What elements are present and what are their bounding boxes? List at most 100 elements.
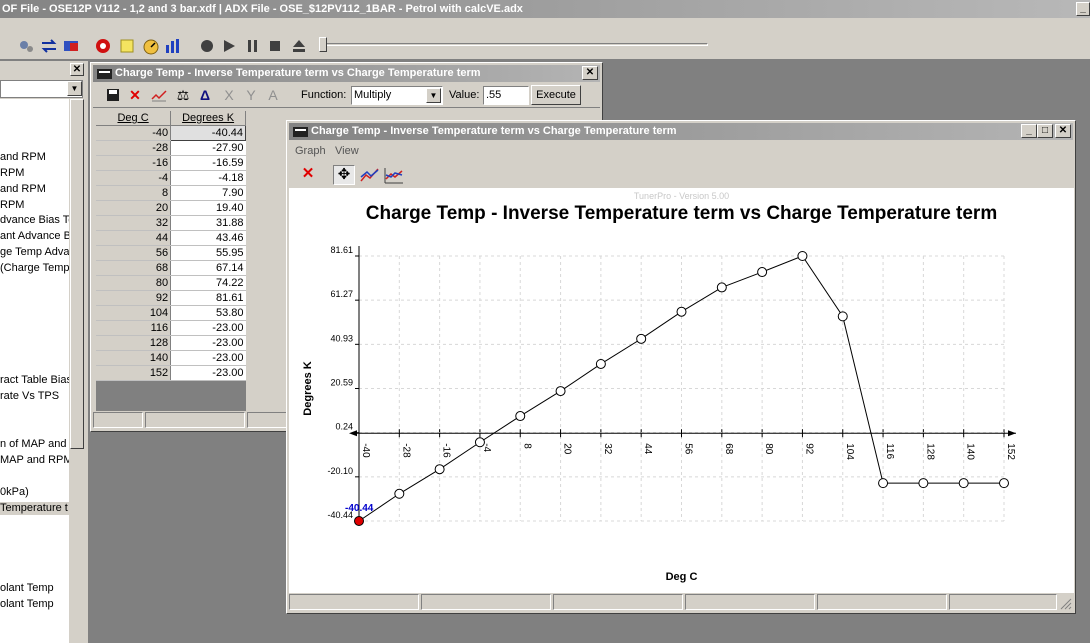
value-cell[interactable]: -40.44: [170, 124, 246, 141]
table-row[interactable]: -16 -16.59: [96, 155, 246, 171]
value-cell[interactable]: 55.95: [170, 245, 246, 261]
row-header-cell[interactable]: -40: [96, 125, 172, 141]
tree-item[interactable]: MAP and RPM: [0, 454, 69, 467]
tree-item[interactable]: Temperature t: [0, 502, 69, 515]
value-cell[interactable]: 31.88: [170, 215, 246, 231]
data-point[interactable]: [918, 478, 929, 489]
row-header-cell[interactable]: 140: [96, 350, 172, 366]
line-graph-icon[interactable]: [151, 87, 167, 103]
table-window-close-button[interactable]: ✕: [582, 66, 598, 80]
bar-chart-icon[interactable]: [164, 37, 182, 55]
stop-icon[interactable]: [266, 37, 284, 55]
x-axis-icon[interactable]: X: [221, 87, 237, 103]
left-filter-combo[interactable]: ▼: [0, 80, 83, 98]
table-row[interactable]: 92 81.61: [96, 290, 246, 306]
table-row[interactable]: -40 -40.44: [96, 124, 246, 141]
left-panel-close-button[interactable]: ✕: [70, 63, 84, 76]
execute-button[interactable]: Execute: [531, 85, 581, 105]
data-point[interactable]: [394, 488, 405, 499]
tree-item[interactable]: RPM: [0, 199, 24, 212]
table-row[interactable]: 56 55.95: [96, 245, 246, 261]
row-header-cell[interactable]: 80: [96, 275, 172, 291]
notes-icon[interactable]: [118, 37, 136, 55]
eject-icon[interactable]: [290, 37, 308, 55]
gauge-icon[interactable]: [142, 37, 160, 55]
table-row[interactable]: 32 31.88: [96, 215, 246, 231]
line-trace-icon[interactable]: [359, 165, 381, 185]
data-point[interactable]: [474, 437, 485, 448]
tree-item[interactable]: ant Advance B: [0, 230, 69, 243]
value-cell[interactable]: 43.46: [170, 230, 246, 246]
y-axis-icon[interactable]: Y: [243, 87, 259, 103]
value-cell[interactable]: -27.90: [170, 140, 246, 156]
row-header-cell[interactable]: -28: [96, 140, 172, 156]
tree-item[interactable]: and RPM: [0, 151, 46, 164]
row-header-cell[interactable]: 116: [96, 320, 172, 336]
move-cursor-icon[interactable]: ✥: [333, 165, 355, 185]
tree-item[interactable]: ract Table Bias): [0, 374, 69, 387]
playback-slider-track[interactable]: [322, 43, 708, 46]
value-cell[interactable]: 7.90: [170, 185, 246, 201]
column-header-degrees-k[interactable]: Degrees K: [170, 111, 246, 126]
record-icon[interactable]: [94, 37, 112, 55]
pause-icon[interactable]: [244, 37, 262, 55]
data-point[interactable]: [757, 267, 768, 278]
value-cell[interactable]: -23.00: [170, 335, 246, 351]
tree-item[interactable]: 0kPa): [0, 486, 29, 499]
column-header-deg-c[interactable]: Deg C: [96, 111, 172, 126]
graph-window-close-button[interactable]: ✕: [1055, 124, 1071, 138]
close-graph-icon[interactable]: ✕: [297, 165, 319, 185]
minimize-button[interactable]: _: [1021, 124, 1037, 138]
tree-item[interactable]: olant Temp: [0, 582, 54, 595]
swap-arrows-icon[interactable]: [40, 37, 58, 55]
app-close-button[interactable]: _: [1076, 2, 1090, 16]
text-icon[interactable]: A: [265, 87, 281, 103]
data-point[interactable]: [999, 478, 1009, 489]
value-cell[interactable]: 67.14: [170, 260, 246, 276]
tree-scrollbar-thumb[interactable]: [70, 99, 84, 449]
resize-grip-icon[interactable]: [1059, 597, 1072, 610]
value-cell[interactable]: -23.00: [170, 365, 246, 381]
menu-view[interactable]: View: [335, 145, 359, 157]
data-point[interactable]: [837, 311, 848, 322]
tree-item[interactable]: and RPM: [0, 183, 46, 196]
table-row[interactable]: -28 -27.90: [96, 140, 246, 156]
data-point[interactable]: [434, 464, 445, 475]
row-header-cell[interactable]: 92: [96, 290, 172, 306]
menu-graph[interactable]: Graph: [295, 145, 326, 157]
stop-record-icon[interactable]: [198, 37, 216, 55]
table-row[interactable]: 128 -23.00: [96, 335, 246, 351]
delete-icon[interactable]: ✕: [127, 87, 143, 103]
connect-icon[interactable]: [18, 37, 36, 55]
tree-item[interactable]: (Charge Temp: [0, 262, 69, 275]
value-input[interactable]: .55: [483, 86, 529, 105]
table-row[interactable]: 140 -23.00: [96, 350, 246, 366]
value-cell[interactable]: -4.18: [170, 170, 246, 186]
data-point[interactable]: [878, 478, 889, 489]
table-row[interactable]: 8 7.90: [96, 185, 246, 201]
table-row[interactable]: 116 -23.00: [96, 320, 246, 336]
playback-slider-thumb[interactable]: [319, 37, 327, 52]
data-point[interactable]: [716, 282, 727, 293]
tree-item[interactable]: n of MAP and R: [0, 438, 69, 451]
table-row[interactable]: 104 53.80: [96, 305, 246, 321]
row-header-cell[interactable]: 104: [96, 305, 172, 321]
tree-item[interactable]: rate Vs TPS: [0, 390, 59, 403]
data-point-selected[interactable]: [354, 516, 364, 526]
table-red-icon[interactable]: [62, 37, 80, 55]
row-header-cell[interactable]: 20: [96, 200, 172, 216]
table-row[interactable]: 20 19.40: [96, 200, 246, 216]
data-point[interactable]: [676, 306, 687, 317]
chevron-down-icon[interactable]: ▼: [67, 81, 82, 96]
value-cell[interactable]: 74.22: [170, 275, 246, 291]
play-icon[interactable]: [220, 37, 238, 55]
data-point[interactable]: [515, 411, 526, 422]
row-header-cell[interactable]: 128: [96, 335, 172, 351]
row-header-cell[interactable]: -16: [96, 155, 172, 171]
value-cell[interactable]: 81.61: [170, 290, 246, 306]
balance-icon[interactable]: ⚖: [175, 87, 191, 103]
row-header-cell[interactable]: 68: [96, 260, 172, 276]
parameter-tree[interactable]: and RPM RPM and RPM RPM dvance Bias Ter ant A…: [0, 99, 69, 643]
delta-icon[interactable]: Δ: [197, 87, 213, 103]
tree-item[interactable]: ge Temp Advai: [0, 246, 69, 259]
